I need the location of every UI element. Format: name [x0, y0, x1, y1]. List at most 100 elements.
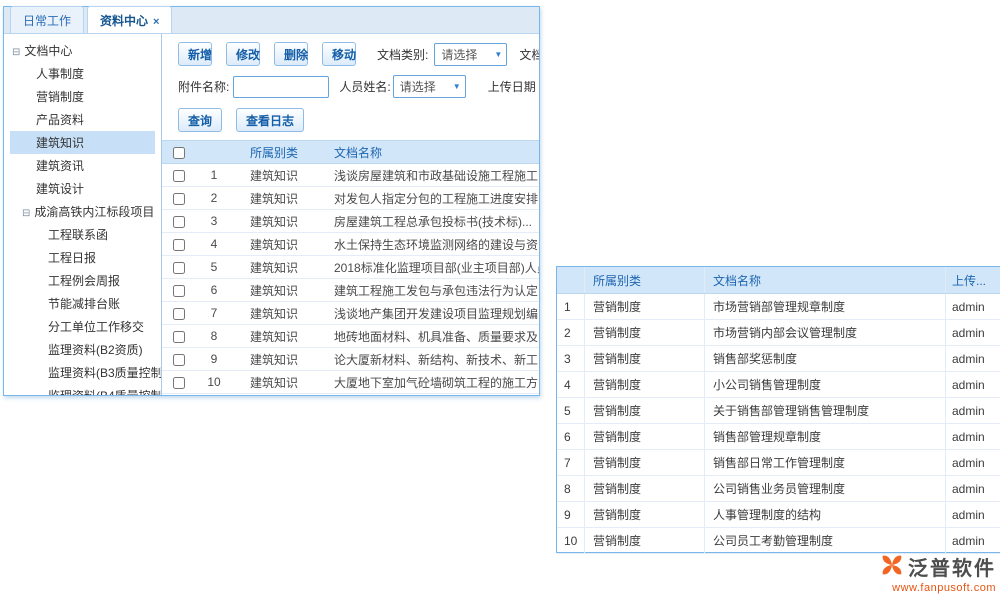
row-index: 5 [196, 260, 232, 274]
row-checkbox[interactable] [173, 308, 185, 320]
tree-item-project-letter[interactable]: 工程联系函 [10, 223, 155, 246]
table-row[interactable]: 9 建筑知识 论大厦新材料、新结构、新技术、新工... [162, 348, 539, 371]
tab-data-center[interactable]: 资料中心× [87, 6, 172, 33]
row-index: 9 [557, 502, 585, 527]
window-body: ⊟文档中心 人事制度 营销制度 产品资料 建筑知识 建筑资讯 建筑设计 ⊟成渝高… [4, 34, 539, 395]
row-checkbox[interactable] [173, 331, 185, 343]
attachment-name-input[interactable] [233, 76, 329, 98]
row-category: 营销制度 [585, 450, 705, 475]
table-row[interactable]: 10 建筑知识 大厦地下室加气砼墙砌筑工程的施工方... [162, 371, 539, 394]
tree-root-project[interactable]: ⊟成渝高铁内江标段项目 [10, 200, 161, 223]
row-category: 营销制度 [585, 502, 705, 527]
add-button[interactable]: 新增 [178, 42, 212, 66]
delete-button[interactable]: 删除 [274, 42, 308, 66]
row-category: 建筑知识 [232, 190, 332, 207]
document-tree: ⊟文档中心 人事制度 营销制度 产品资料 建筑知识 建筑资讯 建筑设计 ⊟成渝高… [4, 34, 162, 395]
row-doc-name: 公司员工考勤管理制度 [705, 528, 946, 553]
select-all-checkbox[interactable] [173, 147, 185, 159]
tree-root-document-center[interactable]: ⊟文档中心 [10, 39, 161, 62]
row-checkbox[interactable] [173, 377, 185, 389]
row-category: 营销制度 [585, 320, 705, 345]
header-doc-name: 文档名称 [332, 144, 539, 161]
row-uploader: admin [946, 528, 1000, 553]
tree-item-marketing-policy[interactable]: 营销制度 [10, 85, 155, 108]
row-checkbox[interactable] [173, 216, 185, 228]
row-index: 8 [196, 329, 232, 343]
collapse-icon[interactable]: ⊟ [22, 208, 30, 219]
close-icon[interactable]: × [153, 16, 159, 28]
table-row[interactable]: 5 建筑知识 2018标准化监理项目部(业主项目部)人员... [162, 256, 539, 279]
row-index: 10 [196, 375, 232, 389]
table-row[interactable]: 10 营销制度 公司员工考勤管理制度 admin [557, 528, 1000, 554]
row-index: 5 [557, 398, 585, 423]
header-category: 所属别类 [232, 144, 332, 161]
attachment-name-label: 附件名称: [178, 78, 229, 95]
tab-daily-work[interactable]: 日常工作 [10, 6, 84, 33]
row-checkbox[interactable] [173, 239, 185, 251]
table-row[interactable]: 8 建筑知识 地砖地面材料、机具准备、质量要求及... [162, 325, 539, 348]
table-row[interactable]: 9 营销制度 人事管理制度的结构 admin [557, 502, 1000, 528]
row-category: 建筑知识 [232, 305, 332, 322]
tree-item-product-data[interactable]: 产品资料 [10, 108, 155, 131]
row-index: 4 [557, 372, 585, 397]
tree-item-building-design[interactable]: 建筑设计 [10, 177, 155, 200]
tree-item-building-knowledge[interactable]: 建筑知识 [10, 131, 155, 154]
row-index: 3 [557, 346, 585, 371]
table-row[interactable]: 4 建筑知识 水土保持生态环境监测网络的建设与资... [162, 233, 539, 256]
tree-item-weekly-meeting[interactable]: 工程例会周报 [10, 269, 155, 292]
row-category: 营销制度 [585, 294, 705, 319]
table-row[interactable]: 1 建筑知识 浅谈房屋建筑和市政基础设施工程施工... [162, 164, 539, 187]
edit-button[interactable]: 修改 [226, 42, 260, 66]
row-index: 9 [196, 352, 232, 366]
doc-type-value: 请选择 [441, 46, 477, 63]
row-checkbox[interactable] [173, 354, 185, 366]
row-uploader: admin [946, 372, 1000, 397]
row-checkbox[interactable] [173, 285, 185, 297]
table-row[interactable]: 2 营销制度 市场营销内部会议管理制度 admin [557, 320, 1000, 346]
table-row[interactable]: 5 营销制度 关于销售部管理销售管理制度 admin [557, 398, 1000, 424]
row-index: 7 [196, 306, 232, 320]
header-doc-name: 文档名称 [705, 267, 946, 293]
view-log-button[interactable]: 查看日志 [236, 108, 304, 132]
table-row[interactable]: 4 营销制度 小公司销售管理制度 admin [557, 372, 1000, 398]
tree-item-hr-policy[interactable]: 人事制度 [10, 62, 155, 85]
tree-item-work-transfer[interactable]: 分工单位工作移交 [10, 315, 155, 338]
table-row[interactable]: 3 建筑知识 房屋建筑工程总承包投标书(技术标)... [162, 210, 539, 233]
row-doc-name: 关于销售部管理销售管理制度 [705, 398, 946, 423]
tree-item-supervision-b3[interactable]: 监理资料(B3质量控制) [10, 361, 155, 384]
query-button[interactable]: 查询 [178, 108, 222, 132]
table-row[interactable]: 8 营销制度 公司销售业务员管理制度 admin [557, 476, 1000, 502]
tree-item-building-news[interactable]: 建筑资讯 [10, 154, 155, 177]
tree-item-daily-report[interactable]: 工程日报 [10, 246, 155, 269]
tree-item-supervision-b4[interactable]: 监理资料(B4质量控制) [10, 384, 155, 395]
table-row[interactable]: 6 营销制度 销售部管理规章制度 admin [557, 424, 1000, 450]
table-row[interactable]: 6 建筑知识 建筑工程施工发包与承包违法行为认定... [162, 279, 539, 302]
person-name-select[interactable]: 请选择 ▼ [393, 75, 466, 98]
table-row[interactable]: 7 营销制度 销售部日常工作管理制度 admin [557, 450, 1000, 476]
tree-item-supervision-b2[interactable]: 监理资料(B2资质) [10, 338, 155, 361]
table-row[interactable]: 7 建筑知识 浅谈地产集团开发建设项目监理规划编... [162, 302, 539, 325]
collapse-icon[interactable]: ⊟ [12, 47, 20, 58]
toolbar-row-1: 新增 修改 删除 移动 文档类别: 请选择 ▼ 文档名称: [162, 34, 539, 66]
toolbar-row-3: 查询 查看日志 [162, 108, 539, 132]
doc-type-label: 文档类别: [377, 46, 428, 63]
tree-item-energy-ledger[interactable]: 节能减排台账 [10, 292, 155, 315]
person-name-label: 人员姓名: [339, 78, 390, 95]
doc-name-label-clipped: 文档名称: [519, 46, 539, 63]
table-row[interactable]: 2 建筑知识 对发包人指定分包的工程施工进度安排... [162, 187, 539, 210]
row-index: 7 [557, 450, 585, 475]
row-doc-name: 2018标准化监理项目部(业主项目部)人员... [332, 259, 539, 276]
row-index: 1 [557, 294, 585, 319]
table-row[interactable]: 3 营销制度 销售部奖惩制度 admin [557, 346, 1000, 372]
row-doc-name: 销售部管理规章制度 [705, 424, 946, 449]
document-center-window: 日常工作 资料中心× ⊟文档中心 人事制度 营销制度 产品资料 建筑知识 建筑资… [3, 6, 540, 396]
row-checkbox[interactable] [173, 193, 185, 205]
move-button[interactable]: 移动 [322, 42, 356, 66]
row-checkbox[interactable] [173, 262, 185, 274]
row-category: 营销制度 [585, 346, 705, 371]
table-row[interactable]: 1 营销制度 市场营销部管理规章制度 admin [557, 294, 1000, 320]
doc-type-select[interactable]: 请选择 ▼ [434, 43, 507, 66]
row-category: 营销制度 [585, 476, 705, 501]
row-category: 建筑知识 [232, 328, 332, 345]
row-checkbox[interactable] [173, 170, 185, 182]
